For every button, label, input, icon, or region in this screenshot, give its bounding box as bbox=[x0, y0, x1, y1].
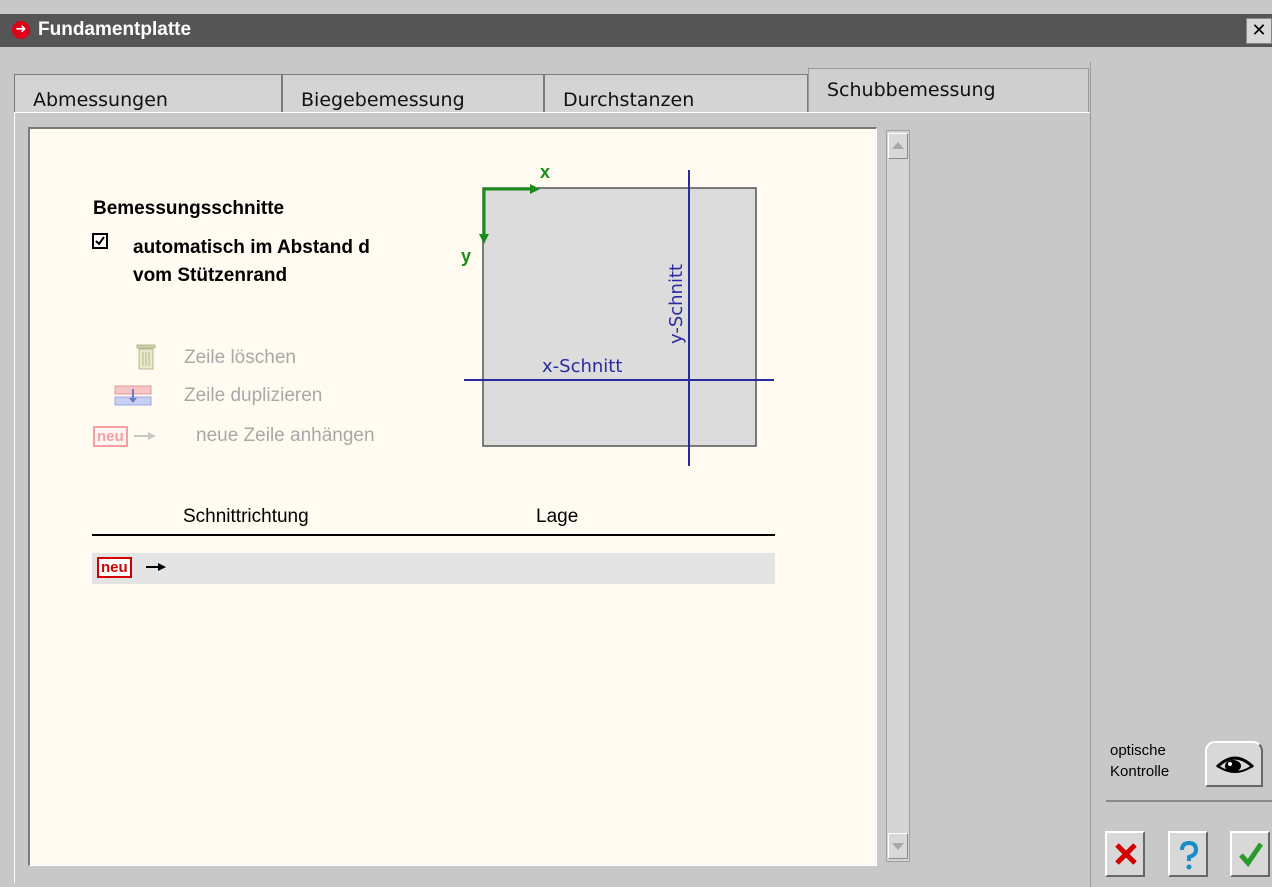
arrow-up-icon bbox=[892, 142, 904, 149]
optical-check-line1: optische bbox=[1110, 742, 1166, 759]
right-panel-divider bbox=[1090, 62, 1091, 887]
window-title: Fundamentplatte bbox=[38, 19, 192, 40]
auto-cut-label-line1: automatisch im Abstand d bbox=[133, 237, 370, 258]
section-diagram: x y x-Schnitt y-Schnitt bbox=[461, 162, 774, 466]
scroll-up-button[interactable] bbox=[888, 133, 908, 159]
x-cut-label: x-Schnitt bbox=[542, 356, 622, 377]
close-icon bbox=[1115, 843, 1137, 865]
sidebar-divider bbox=[1106, 800, 1272, 802]
y-cut-label: y-Schnitt bbox=[666, 264, 687, 344]
optical-check-label: optische Kontrolle bbox=[1110, 740, 1169, 782]
auto-cut-checkbox[interactable] bbox=[92, 233, 108, 249]
title-bar: ➜ Fundamentplatte ✕ bbox=[0, 14, 1272, 47]
tab-schubbemessung[interactable]: Schubbemessung bbox=[808, 68, 1089, 114]
help-button[interactable] bbox=[1168, 831, 1208, 877]
arrow-right-icon bbox=[134, 432, 156, 440]
section-heading: Bemessungsschnitte bbox=[93, 198, 285, 219]
eye-icon bbox=[1215, 756, 1255, 773]
checkmark-icon bbox=[95, 236, 105, 246]
column-header-schnittrichtung: Schnittrichtung bbox=[183, 506, 309, 527]
auto-cut-label-line2: vom Stützenrand bbox=[133, 265, 288, 286]
plate-outline bbox=[482, 187, 757, 447]
close-window-button[interactable]: ✕ bbox=[1246, 18, 1272, 44]
y-axis-label: y bbox=[461, 246, 471, 266]
duplicate-row-action[interactable]: Zeile duplizieren bbox=[184, 385, 322, 407]
new-row[interactable]: neu bbox=[92, 553, 775, 584]
optical-check-line2: Kontrolle bbox=[1110, 763, 1170, 780]
tab-abmessungen[interactable]: Abmessungen bbox=[14, 74, 282, 112]
append-row-action[interactable]: neue Zeile anhängen bbox=[196, 425, 375, 447]
optical-check-button[interactable] bbox=[1205, 741, 1263, 787]
tab-durchstanzen[interactable]: Durchstanzen bbox=[544, 74, 808, 112]
arrow-down-icon bbox=[892, 843, 904, 850]
ok-button[interactable] bbox=[1230, 831, 1270, 877]
tab-biegebemessung[interactable]: Biegebemessung bbox=[282, 74, 544, 112]
checkmark-icon bbox=[1239, 842, 1264, 867]
column-header-lage: Lage bbox=[536, 506, 579, 527]
app-arrow-icon: ➜ bbox=[12, 21, 30, 39]
cancel-button[interactable] bbox=[1105, 831, 1145, 877]
auto-cut-label: automatisch im Abstand d vom Stützenrand bbox=[133, 234, 453, 290]
table-header-divider bbox=[92, 534, 775, 536]
x-axis-label: x bbox=[540, 162, 550, 182]
arrow-right-icon bbox=[146, 563, 166, 571]
question-icon bbox=[1180, 841, 1199, 870]
delete-row-action[interactable]: Zeile löschen bbox=[184, 347, 296, 369]
trash-icon bbox=[136, 344, 156, 370]
vertical-scrollbar[interactable] bbox=[886, 130, 910, 862]
new-row-neu-badge[interactable]: neu bbox=[97, 557, 132, 578]
append-neu-badge: neu bbox=[93, 426, 128, 447]
duplicate-row-icon bbox=[114, 385, 152, 406]
scroll-down-button[interactable] bbox=[888, 833, 908, 859]
